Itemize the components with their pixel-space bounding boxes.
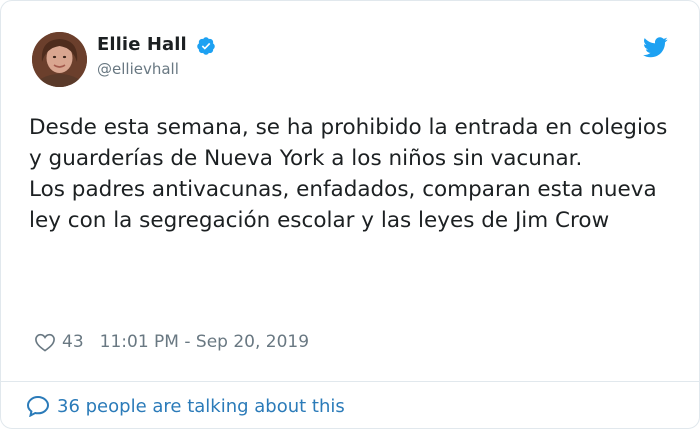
author-name[interactable]: Ellie Hall — [97, 34, 187, 55]
talking-text[interactable]: 36 people are talking about this — [57, 396, 345, 417]
tweet-card: Ellie Hall @ellievhall Desde esta semana… — [0, 0, 700, 429]
verified-badge-icon — [197, 37, 215, 55]
tweet-text: Desde esta semana, se ha prohibido la en… — [29, 112, 679, 236]
divider — [1, 381, 699, 382]
tweet-timestamp[interactable]: 11:01 PM - Sep 20, 2019 — [100, 332, 309, 352]
author-handle[interactable]: @ellievhall — [97, 60, 179, 78]
tweet-paragraph: Desde esta semana, se ha prohibido la en… — [29, 115, 668, 171]
twitter-bird-icon[interactable] — [643, 37, 668, 58]
speech-bubble-icon — [26, 395, 50, 417]
like-count[interactable]: 43 — [62, 332, 84, 352]
tweet-paragraph: Los padres antivacunas, enfadados, compa… — [29, 177, 657, 233]
talking-link[interactable]: 36 people are talking about this — [26, 395, 345, 417]
heart-icon[interactable] — [34, 332, 56, 352]
tweet-meta: 43 11:01 PM - Sep 20, 2019 — [34, 331, 309, 353]
avatar[interactable] — [32, 32, 87, 87]
